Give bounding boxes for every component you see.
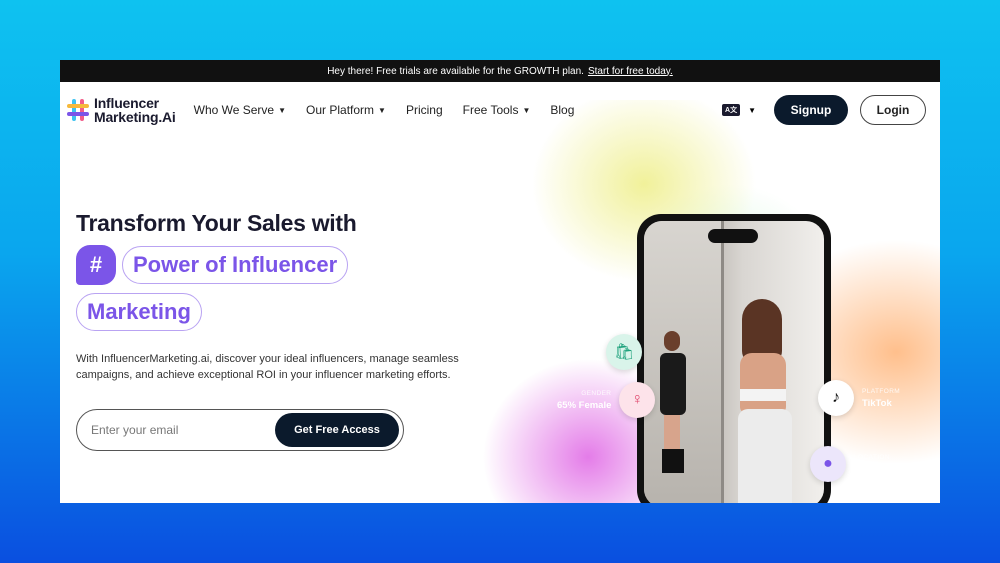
signup-button[interactable]: Signup	[774, 95, 848, 125]
mirror-reflection	[652, 331, 692, 481]
tag-platform: ♪ PLATFORM TikTok	[818, 380, 900, 416]
headline-pill-2: Marketing	[76, 293, 202, 331]
login-button[interactable]: Login	[860, 95, 926, 125]
hero-section: Transform Your Sales with # Power of Inf…	[76, 210, 496, 451]
hashtag-icon: #	[76, 245, 116, 285]
female-icon: ♀	[619, 382, 656, 418]
top-nav: Influencer Marketing.Ai Who We Serve ▼ Ou…	[60, 82, 940, 138]
nav-our-platform[interactable]: Our Platform ▼	[306, 103, 386, 117]
announcement-bar: Hey there! Free trials are available for…	[60, 60, 940, 82]
hashtag-logo-icon	[66, 98, 90, 122]
translate-icon: A文	[722, 104, 741, 116]
caret-down-icon: ▼	[748, 105, 756, 115]
nav-pricing[interactable]: Pricing	[406, 103, 443, 117]
browser-viewport: Hey there! Free trials are available for…	[60, 60, 940, 503]
logo-text: Influencer Marketing.Ai	[94, 95, 176, 125]
tiktok-icon: ♪	[818, 380, 854, 416]
hero-description: With InfluencerMarketing.ai, discover yo…	[76, 353, 459, 381]
announcement-link[interactable]: Start for free today.	[588, 66, 673, 77]
tag-location: ● LOCATION 65% UK	[810, 446, 890, 482]
phone-mockup	[637, 214, 831, 503]
email-signup-form: Get Free Access	[76, 409, 404, 451]
tag-keywords: KEYWORDS Fashion 🛍	[557, 334, 643, 370]
nav-who-we-serve[interactable]: Who We Serve ▼	[194, 103, 286, 117]
tag-gender: GENDER 65% Female ♀	[557, 382, 656, 418]
hero-headline: Transform Your Sales with	[76, 210, 357, 236]
get-free-access-button[interactable]: Get Free Access	[275, 413, 399, 447]
phone-notch	[708, 229, 758, 243]
caret-down-icon: ▼	[278, 105, 287, 115]
headline-pill-1: Power of Influencer	[122, 246, 349, 284]
logo[interactable]: Influencer Marketing.Ai	[66, 96, 176, 124]
caret-down-icon: ▼	[522, 105, 531, 115]
nav-blog[interactable]: Blog	[550, 103, 574, 117]
announcement-text: Hey there! Free trials are available for…	[327, 65, 584, 77]
location-pin-icon: ●	[810, 446, 846, 482]
nav-links: Who We Serve ▼ Our Platform ▼ Pricing Free…	[194, 103, 575, 117]
nav-free-tools[interactable]: Free Tools ▼	[463, 103, 531, 117]
nav-actions: A文 ▼ Signup Login	[722, 95, 926, 125]
language-selector[interactable]: A文 ▼	[722, 104, 756, 116]
email-input[interactable]	[91, 423, 275, 437]
phone-video[interactable]	[644, 221, 824, 503]
influencer-figure	[736, 299, 812, 503]
caret-down-icon: ▼	[378, 105, 386, 115]
shopping-bag-icon: 🛍	[606, 334, 643, 370]
